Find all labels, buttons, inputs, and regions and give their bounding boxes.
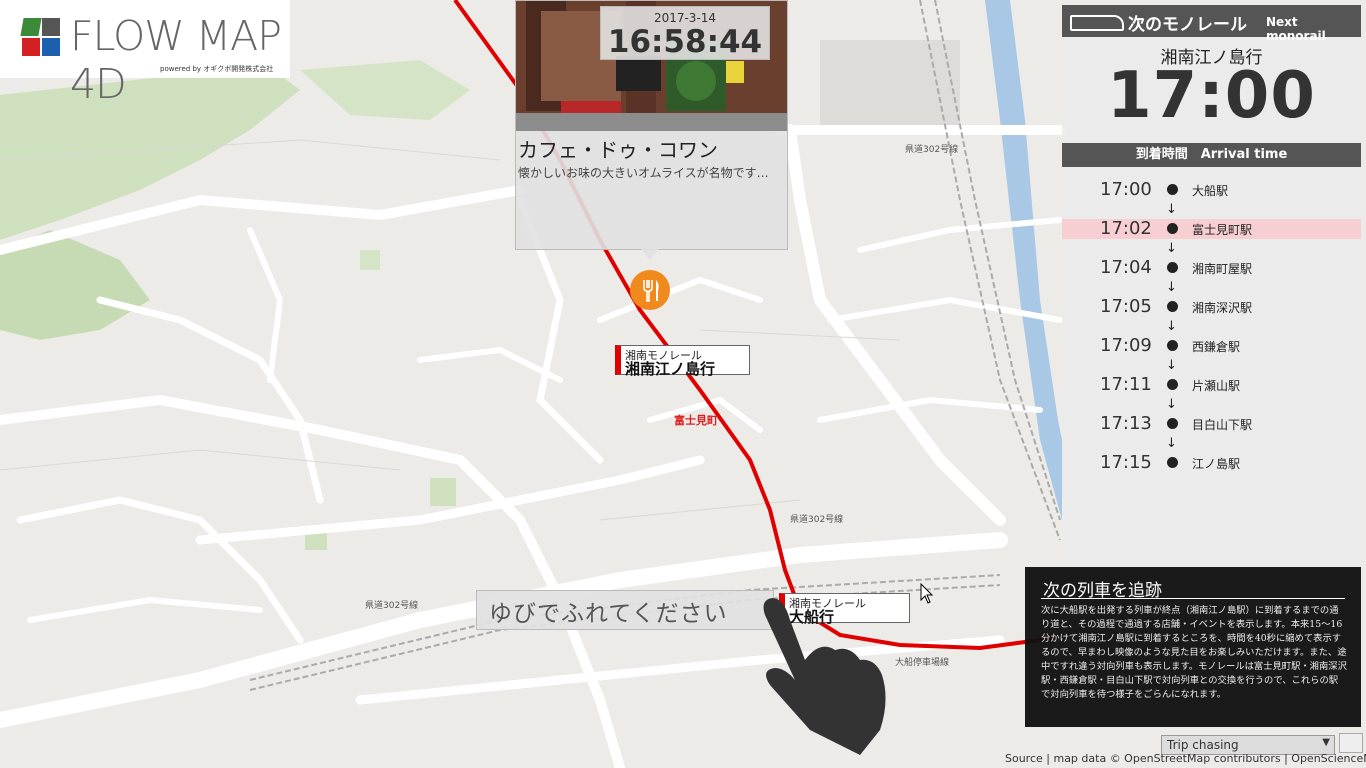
poi-title: カフェ・ドゥ・コワン bbox=[518, 138, 718, 162]
station-label-fujimicho: 富士見町 bbox=[674, 414, 718, 427]
stop-dot-icon bbox=[1167, 340, 1178, 351]
stop-time: 17:15 bbox=[1100, 452, 1152, 473]
panel-title: 次のモノレール bbox=[1128, 15, 1247, 35]
mode-select-value: Trip chasing bbox=[1167, 738, 1239, 752]
stop-name: 目白山下駅 bbox=[1192, 418, 1253, 432]
poi-description: 懐かしいお味の大きいオムライスが名物です… bbox=[518, 166, 769, 180]
stop-name: 富士見町駅 bbox=[1192, 223, 1253, 237]
stop-dot-icon bbox=[1167, 223, 1178, 234]
restaurant-icon[interactable] bbox=[630, 270, 670, 310]
stop-row: 17:04 湘南町屋駅 bbox=[1062, 257, 1361, 278]
train-destination: 湘南江ノ島行 bbox=[625, 360, 716, 378]
stop-row: 17:15 江ノ島駅 bbox=[1062, 452, 1361, 473]
simulation-clock: 2017-3-14 16:58:44 bbox=[600, 6, 770, 60]
stop-dot-icon bbox=[1167, 184, 1178, 195]
stop-dot-icon bbox=[1167, 301, 1178, 312]
stop-row: 17:13 目白山下駅 bbox=[1062, 413, 1361, 434]
map-attribution[interactable]: Source | map data © OpenStreetMap contri… bbox=[1005, 752, 1366, 765]
road-label: 大船停車場線 bbox=[895, 658, 950, 668]
road-label: 県道302号線 bbox=[365, 601, 419, 611]
stop-time: 17:00 bbox=[1100, 179, 1152, 200]
next-monorail-header: 次のモノレール Next monorail bbox=[1062, 5, 1361, 43]
logo-mark bbox=[20, 18, 62, 58]
clock-date: 2017-3-14 bbox=[653, 11, 717, 25]
touch-prompt-text: ゆびでふれてください bbox=[489, 601, 728, 627]
fullscreen-button[interactable] bbox=[1339, 733, 1363, 753]
stop-name: 湘南深沢駅 bbox=[1192, 301, 1253, 315]
stop-time: 17:02 bbox=[1100, 218, 1152, 239]
info-divider bbox=[1041, 598, 1345, 599]
stop-row: 17:11 片瀬山駅 bbox=[1062, 374, 1361, 395]
down-arrow-icon: ↓ bbox=[1166, 436, 1177, 451]
stop-time: 17:11 bbox=[1100, 374, 1152, 395]
down-arrow-icon: ↓ bbox=[1166, 241, 1177, 256]
stop-name: 片瀬山駅 bbox=[1192, 379, 1241, 393]
stop-row: 17:00 大船駅 bbox=[1062, 179, 1361, 200]
app-logo: FLOW MAP 4D powered by オギクボ開発株式会社 bbox=[0, 0, 290, 108]
logo-powered: powered by オギクボ開発株式会社 bbox=[160, 65, 274, 73]
info-panel: 次の列車を追跡 次に大船駅を出発する列車が終点（湘南江ノ島駅）に到着するまでの通… bbox=[1025, 567, 1361, 727]
mouse-cursor-icon bbox=[920, 583, 934, 604]
down-arrow-icon: ↓ bbox=[1166, 397, 1177, 412]
clock-time: 16:58:44 bbox=[607, 24, 763, 60]
road-label: 県道302号線 bbox=[790, 515, 844, 525]
hand-pointer-icon bbox=[763, 598, 886, 755]
next-monorail-panel: 次のモノレール Next monorail 湘南江ノ島行 17:00 到着時間 … bbox=[1062, 5, 1361, 565]
stop-name: 江ノ島駅 bbox=[1192, 457, 1241, 471]
stop-time: 17:04 bbox=[1100, 257, 1152, 278]
stop-dot-icon bbox=[1167, 379, 1178, 390]
down-arrow-icon: ↓ bbox=[1166, 280, 1177, 295]
touch-prompt: ゆびでふれてください bbox=[476, 590, 774, 630]
stop-dot-icon bbox=[1167, 262, 1178, 273]
stop-row: 17:05 湘南深沢駅 bbox=[1062, 296, 1361, 317]
monorail-icon bbox=[1070, 15, 1124, 31]
stop-time: 17:09 bbox=[1100, 335, 1152, 356]
stop-time: 17:13 bbox=[1100, 413, 1152, 434]
arrival-header: 到着時間 Arrival time bbox=[1062, 143, 1361, 167]
stop-name: 大船駅 bbox=[1192, 184, 1229, 198]
departure-time: 17:00 bbox=[1107, 59, 1316, 133]
down-arrow-icon: ↓ bbox=[1166, 319, 1177, 334]
stop-dot-icon bbox=[1167, 418, 1178, 429]
poi-card-pointer bbox=[640, 248, 660, 260]
stop-row: 17:02 富士見町駅 bbox=[1062, 218, 1361, 239]
stop-name: 西鎌倉駅 bbox=[1192, 340, 1241, 354]
stop-row: 17:09 西鎌倉駅 bbox=[1062, 335, 1361, 356]
down-arrow-icon: ↓ bbox=[1166, 202, 1177, 217]
road-label: 県道302号線 bbox=[905, 145, 959, 155]
stop-name: 湘南町屋駅 bbox=[1192, 262, 1253, 276]
down-arrow-icon: ↓ bbox=[1166, 358, 1177, 373]
stop-time: 17:05 bbox=[1100, 296, 1152, 317]
train-label[interactable]: 湘南モノレール 湘南江ノ島行 bbox=[615, 345, 750, 378]
logo-text: FLOW MAP 4D bbox=[70, 12, 282, 108]
panel-title-en: Next monorail bbox=[1266, 15, 1326, 43]
stop-dot-icon bbox=[1167, 457, 1178, 468]
chevron-down-icon: ▼ bbox=[1322, 737, 1330, 748]
info-body: 次に大船駅を出発する列車が終点（湘南江ノ島駅）に到着するまでの通り道と、その過程… bbox=[1041, 605, 1347, 700]
